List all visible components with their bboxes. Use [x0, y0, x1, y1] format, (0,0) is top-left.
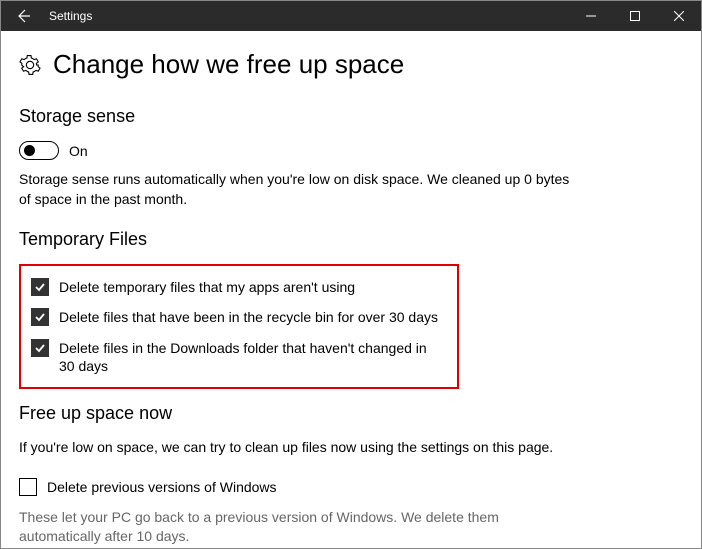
titlebar: Settings — [1, 1, 701, 31]
temp-files-highlight-box: Delete temporary files that my apps aren… — [19, 264, 459, 389]
minimize-button[interactable] — [569, 1, 613, 31]
temp-files-label-1: Delete files that have been in the recyc… — [59, 308, 438, 326]
checkmark-icon — [34, 281, 46, 293]
temp-files-label-2: Delete files in the Downloads folder tha… — [59, 339, 439, 375]
toggle-knob — [24, 145, 35, 156]
storage-sense-description: Storage sense runs automatically when yo… — [19, 170, 579, 209]
storage-sense-toggle-row: On — [19, 141, 683, 160]
temp-files-row-2: Delete files in the Downloads folder tha… — [31, 339, 447, 375]
temp-files-heading: Temporary Files — [19, 229, 683, 250]
close-icon — [674, 11, 684, 21]
storage-sense-heading: Storage sense — [19, 106, 683, 127]
page-header: Change how we free up space — [19, 49, 683, 80]
free-up-description: If you're low on space, we can try to cl… — [19, 438, 579, 458]
close-button[interactable] — [657, 1, 701, 31]
prev-versions-note: These let your PC go back to a previous … — [19, 508, 579, 547]
temp-files-checkbox-0[interactable] — [31, 278, 49, 296]
content-area: Change how we free up space Storage sens… — [1, 31, 701, 547]
temp-files-checkbox-1[interactable] — [31, 308, 49, 326]
temp-files-checkbox-2[interactable] — [31, 339, 49, 357]
window-title: Settings — [49, 9, 92, 23]
temp-files-label-0: Delete temporary files that my apps aren… — [59, 278, 355, 296]
free-up-section: Free up space now If you're low on space… — [19, 403, 683, 547]
maximize-icon — [630, 11, 640, 21]
checkmark-icon — [34, 311, 46, 323]
prev-versions-checkbox[interactable] — [19, 478, 37, 496]
prev-versions-row: Delete previous versions of Windows — [19, 478, 683, 496]
maximize-button[interactable] — [613, 1, 657, 31]
prev-versions-label: Delete previous versions of Windows — [47, 478, 277, 496]
temp-files-row-1: Delete files that have been in the recyc… — [31, 308, 447, 326]
page-title: Change how we free up space — [53, 49, 404, 80]
back-button[interactable] — [1, 1, 45, 31]
storage-sense-toggle-label: On — [69, 143, 88, 159]
arrow-left-icon — [15, 8, 31, 24]
checkmark-icon — [34, 342, 46, 354]
gear-icon — [19, 54, 41, 76]
storage-sense-toggle[interactable] — [19, 141, 59, 160]
free-up-heading: Free up space now — [19, 403, 683, 424]
minimize-icon — [586, 11, 596, 21]
temp-files-row-0: Delete temporary files that my apps aren… — [31, 278, 447, 296]
